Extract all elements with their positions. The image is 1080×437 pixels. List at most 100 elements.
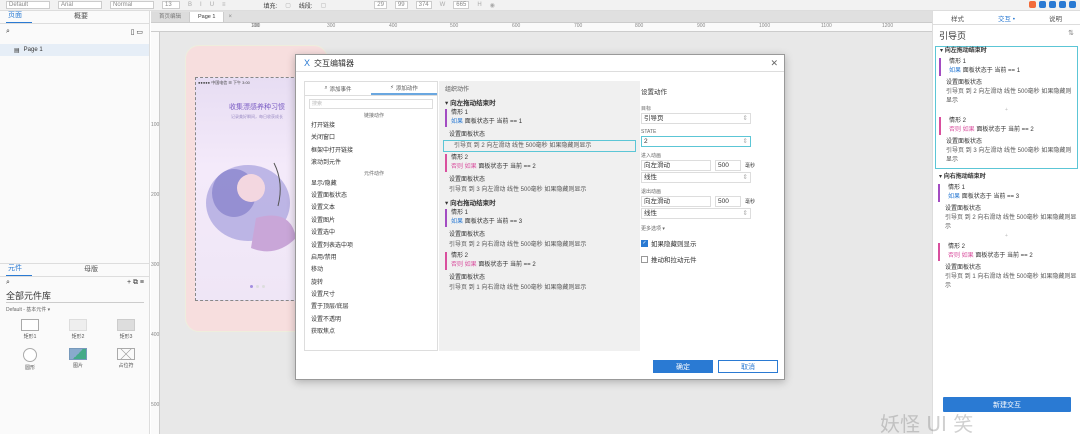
widget-rect2[interactable]: 矩形2 <box>54 319 102 340</box>
action-detail[interactable]: 引导页 到 1 向右滑动 线性 500毫秒 如果隐藏则显示 <box>935 273 1078 291</box>
w-field[interactable]: 374 <box>415 1 432 9</box>
action-name[interactable]: 设置面板状态 <box>439 230 640 240</box>
event-left-drag[interactable]: ▾ 向左拖动结束时 <box>439 98 640 109</box>
tool-icon[interactable] <box>1069 1 1076 8</box>
action-detail[interactable]: 引导页 到 3 向左滑动 线性 500毫秒 如果隐藏则显示 <box>936 147 1077 165</box>
action-detail-selected[interactable]: 引导页 到 2 向左滑动 线性 500毫秒 如果隐藏则显示 <box>443 140 636 152</box>
action-item[interactable]: 设置图片 <box>305 215 437 227</box>
fill-swatch[interactable]: ▢ <box>285 2 291 9</box>
font-select[interactable]: Arial <box>58 1 102 9</box>
action-detail[interactable]: 引导页 到 1 向右滑动 线性 500毫秒 如果隐藏则显示 <box>439 283 640 293</box>
action-name[interactable]: 设置面板状态 <box>935 205 1078 214</box>
action-item[interactable]: 设置选中 <box>305 227 437 239</box>
widget-image[interactable]: 图片 <box>54 348 102 371</box>
tab-add-event[interactable]: ⌕ 添加事件 <box>305 82 371 95</box>
case-2[interactable]: 情形 2 否则 如果 面板状态于 当前 == 2 <box>445 252 640 270</box>
line-swatch[interactable]: ▢ <box>321 2 327 9</box>
enter-ms-input[interactable]: 500 <box>715 160 741 171</box>
page-tool-icons[interactable]: ▯ ▭ <box>131 28 143 36</box>
cancel-button[interactable]: 取消 <box>718 360 778 373</box>
tab-add-action[interactable]: ⚡ 添加动作 <box>371 82 437 95</box>
case-1[interactable]: 情形 1 如果 面板状态于 当前 == 1 <box>445 109 640 127</box>
checkbox-checked[interactable]: ✓ <box>641 239 648 247</box>
action-item[interactable]: 启用/禁用 <box>305 252 437 264</box>
tab-masters[interactable]: 母版 <box>82 264 108 276</box>
action-detail[interactable]: 引导页 到 2 向左滑动 线性 500毫秒 如果隐藏则显示 <box>936 88 1077 106</box>
action-item[interactable]: 旋转 <box>305 277 437 289</box>
action-item[interactable]: 框架中打开链接 <box>305 145 437 157</box>
action-name[interactable]: 设置面板状态 <box>935 264 1078 273</box>
action-detail[interactable]: 引导页 到 2 向右滑动 线性 500毫秒 如果隐藏则显示 <box>935 214 1078 232</box>
action-item[interactable]: 打开链接 <box>305 120 437 132</box>
tab-outline[interactable]: 概要 <box>72 11 98 23</box>
event-left-drag[interactable]: ▾ 向左拖动结束时 <box>936 47 1077 56</box>
action-item[interactable]: 移动 <box>305 264 437 276</box>
add-icon[interactable]: + <box>935 232 1078 241</box>
action-item[interactable]: 显示/隐藏 <box>305 178 437 190</box>
x-field[interactable]: 29 <box>374 1 387 9</box>
sogou-icon[interactable] <box>1029 1 1036 8</box>
settings-icon[interactable]: ⇅ <box>1068 29 1074 42</box>
tab-pages[interactable]: 页面 <box>6 10 32 23</box>
tool-icon[interactable] <box>1059 1 1066 8</box>
action-item[interactable]: 设置列表选中项 <box>305 240 437 252</box>
tab-interaction[interactable]: 交互 • <box>982 13 1031 23</box>
tab-notes[interactable]: 说明 <box>1031 13 1080 23</box>
style-select[interactable]: Default <box>6 1 50 9</box>
action-name[interactable]: 设置面板状态 <box>439 175 640 185</box>
action-name[interactable]: 设置面板状态 <box>439 273 640 283</box>
more-options-toggle[interactable]: 更多选项 ▾ <box>641 225 780 232</box>
event-right-drag[interactable]: ▾ 向右拖动结束时 <box>935 173 1078 182</box>
action-item[interactable]: 置于顶层/底层 <box>305 301 437 313</box>
close-icon[interactable]: ✕ <box>770 58 778 69</box>
case-1[interactable]: 情形 1 如果 面板状态于 当前 == 3 <box>445 209 640 227</box>
action-detail[interactable]: 引导页 到 2 向右滑动 线性 500毫秒 如果隐藏则显示 <box>439 240 640 250</box>
exit-anim-select[interactable]: 向左滑动 <box>641 196 711 207</box>
action-detail[interactable]: 引导页 到 3 向左滑动 线性 500毫秒 如果隐藏则显示 <box>439 185 640 195</box>
case-2[interactable]: 情形 2 否则 如果 面板状态于 当前 == 2 <box>938 243 1078 261</box>
widget-circle[interactable]: 圆形 <box>6 348 54 371</box>
y-field[interactable]: 99 <box>394 1 408 9</box>
italic-icon[interactable]: I <box>200 2 202 8</box>
state-select[interactable]: 2 ⇕ <box>641 136 751 147</box>
target-select[interactable]: 引导页 ⇕ <box>641 113 751 124</box>
case-1[interactable]: 情形 1 如果 面板状态于 当前 == 1 <box>939 58 1077 76</box>
case-1[interactable]: 情形 1 如果 面板状态于 当前 == 3 <box>938 184 1078 202</box>
doc-tab-home[interactable]: 首页编辑 <box>151 12 191 22</box>
add-icon[interactable]: + <box>936 106 1077 115</box>
checkbox-unchecked[interactable] <box>641 255 648 263</box>
search-icon[interactable]: ⌕ <box>6 279 10 287</box>
align-icon[interactable]: ≡ <box>222 2 226 8</box>
push-pull-option[interactable]: 推动和拉动元件 <box>641 254 780 264</box>
search-icon[interactable]: ⌕ <box>6 28 10 36</box>
tool-icon[interactable] <box>1039 1 1046 8</box>
action-item[interactable]: 获取焦点 <box>305 326 437 338</box>
size-select[interactable]: 13 <box>162 1 180 9</box>
action-item[interactable]: 设置尺寸 <box>305 289 437 301</box>
case-2[interactable]: 情形 2 否则 如果 面板状态于 当前 == 2 <box>445 154 640 172</box>
h-field[interactable]: 665 <box>453 1 470 9</box>
tool-icon[interactable] <box>1049 1 1056 8</box>
underline-icon[interactable]: U <box>210 2 214 8</box>
widget-rect3[interactable]: 矩形3 <box>102 319 150 340</box>
tab-widgets[interactable]: 元件 <box>6 263 32 276</box>
page-item[interactable]: ▤ Page 1 <box>0 44 149 56</box>
bold-icon[interactable]: B <box>188 2 192 8</box>
ok-button[interactable]: 确定 <box>653 360 713 373</box>
event-right-drag[interactable]: ▾ 向右拖动结束时 <box>439 198 640 209</box>
action-item[interactable]: 滚动到元件 <box>305 157 437 169</box>
library-select[interactable]: 全部元件库 <box>6 289 144 303</box>
close-icon[interactable]: × <box>224 12 236 22</box>
action-item[interactable]: 设置文本 <box>305 202 437 214</box>
interaction-left-drag[interactable]: ▾ 向左拖动结束时 情形 1 如果 面板状态于 当前 == 1 设置面板状态 引… <box>935 46 1078 169</box>
exit-ms-input[interactable]: 500 <box>715 196 741 207</box>
show-if-hidden-option[interactable]: ✓ 如果隐藏则显示 <box>641 238 780 248</box>
action-name[interactable]: 设置面板状态 <box>936 79 1077 88</box>
library-tool-icons[interactable]: + ⧉ ≡ <box>127 279 144 287</box>
action-item[interactable]: 关闭窗口 <box>305 132 437 144</box>
interaction-right-drag[interactable]: ▾ 向右拖动结束时 情形 1 如果 面板状态于 当前 == 3 设置面板状态 引… <box>935 173 1078 291</box>
weight-select[interactable]: Normal <box>110 1 154 9</box>
library-sub[interactable]: Default - 基本元件 ▾ <box>0 303 150 315</box>
enter-anim-select[interactable]: 向左滑动 <box>641 160 711 171</box>
case-2[interactable]: 情形 2 否则 如果 面板状态于 当前 == 2 <box>939 117 1077 135</box>
